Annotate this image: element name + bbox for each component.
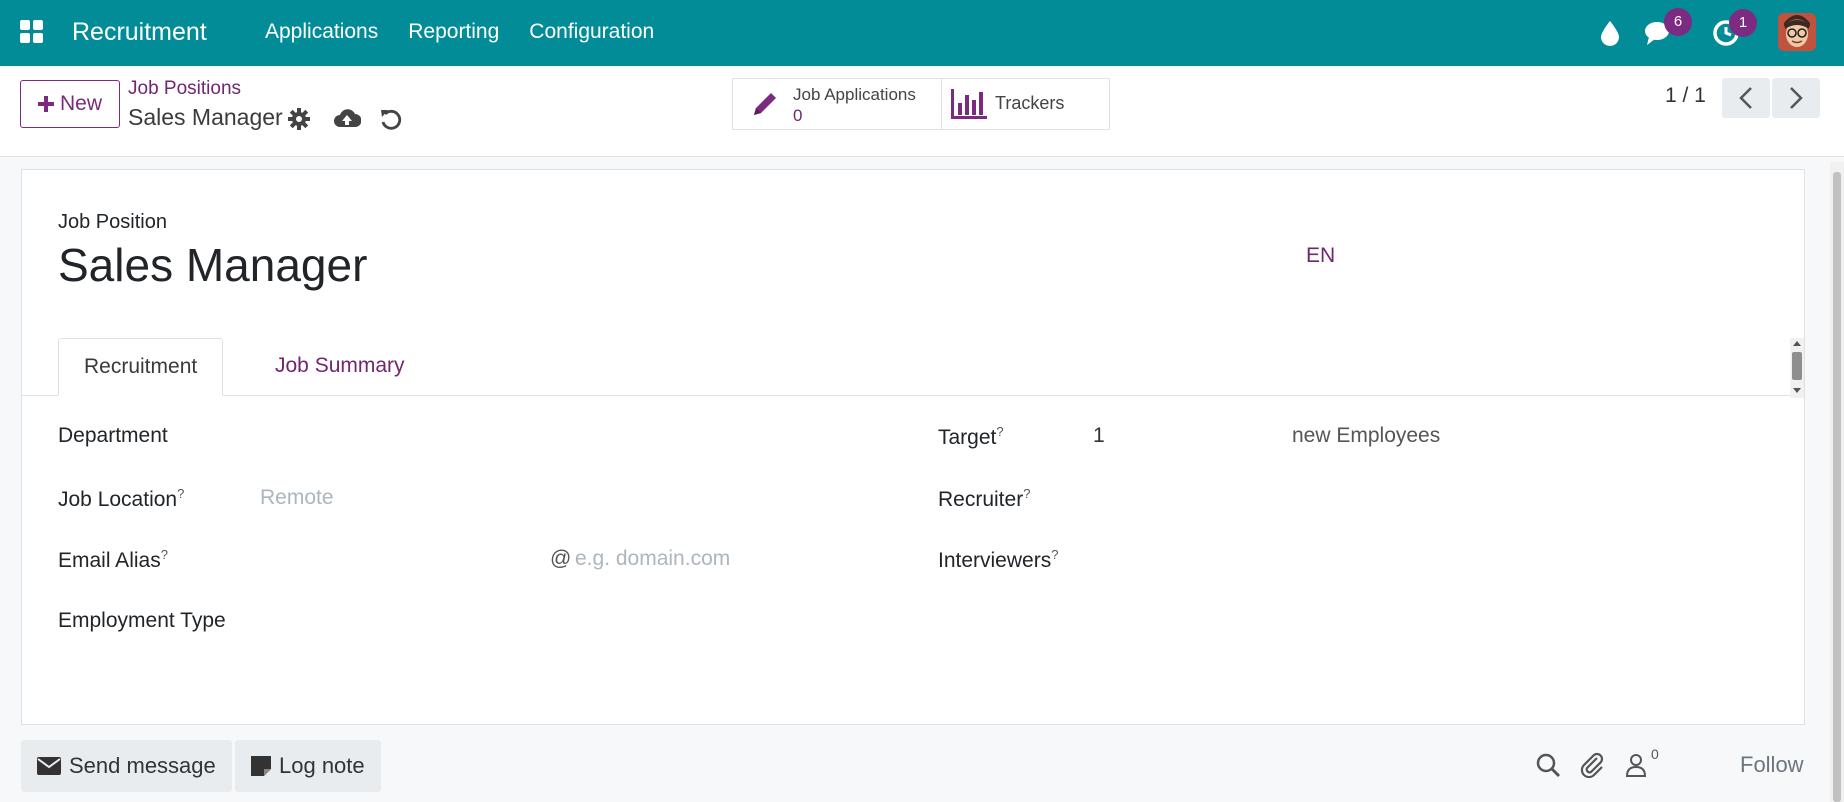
note-icon	[251, 756, 271, 776]
discard-undo-icon[interactable]	[378, 106, 404, 132]
menu-applications[interactable]: Applications	[250, 0, 393, 66]
pencil-icon	[754, 93, 776, 115]
job-position-label: Job Position	[58, 211, 167, 233]
follow-button[interactable]: Follow	[1740, 752, 1804, 778]
top-menu: Applications Reporting Configuration	[250, 0, 669, 66]
gear-icon[interactable]	[286, 106, 312, 132]
send-message-button[interactable]: Send message	[21, 740, 232, 792]
page-scrollbar-thumb[interactable]	[1833, 172, 1841, 802]
department-label: Department	[58, 424, 168, 447]
job-applications-count: 0	[793, 106, 803, 125]
menu-reporting[interactable]: Reporting	[393, 0, 514, 66]
menu-configuration[interactable]: Configuration	[514, 0, 669, 66]
recruiter-help[interactable]: ?	[1023, 486, 1030, 501]
target-input[interactable]: 1	[1093, 424, 1273, 448]
avatar-face-icon	[1778, 13, 1816, 51]
envelope-icon	[37, 757, 61, 775]
main-navbar: Recruitment Applications Reporting Confi…	[0, 0, 1844, 66]
email-alias-help[interactable]: ?	[161, 547, 168, 562]
log-note-button[interactable]: Log note	[235, 740, 381, 792]
pager-previous-button[interactable]	[1722, 78, 1770, 118]
job-applications-smart-button[interactable]: Job Applications 0	[733, 79, 942, 129]
form-sheet: Job Position Sales Manager EN Recruitmen…	[21, 169, 1805, 725]
control-panel: New Job Positions Sales Manager Job Appl…	[0, 66, 1844, 157]
email-alias-domain-input[interactable]: e.g. domain.com	[575, 547, 905, 571]
email-alias-label: Email Alias?	[58, 547, 168, 572]
followers-count: 0	[1651, 746, 1659, 762]
job-location-label: Job Location?	[58, 486, 185, 511]
scroll-arrows-icon	[1790, 338, 1804, 398]
email-alias-at-sign: @	[550, 547, 572, 570]
job-applications-label: Job Applications	[793, 85, 916, 104]
recruiter-label: Recruiter?	[938, 486, 1031, 511]
messages-badge: 6	[1664, 8, 1692, 36]
droplet-icon[interactable]	[1598, 19, 1622, 47]
chevron-right-icon	[1790, 87, 1803, 109]
interviewers-help[interactable]: ?	[1051, 547, 1058, 562]
job-location-input[interactable]: Remote	[260, 486, 860, 510]
followers-person-icon[interactable]	[1623, 752, 1649, 778]
chevron-left-icon	[1739, 87, 1752, 109]
trackers-label: Trackers	[995, 93, 1065, 113]
activities-badge: 1	[1729, 9, 1757, 37]
app-name[interactable]: Recruitment	[72, 0, 207, 66]
smart-buttons: Job Applications 0 Trackers	[732, 78, 1110, 130]
breadcrumb-parent-link[interactable]: Job Positions	[128, 78, 241, 100]
user-avatar[interactable]	[1778, 13, 1816, 51]
tab-recruitment[interactable]: Recruitment	[58, 338, 224, 396]
tab-job-summary[interactable]: Job Summary	[250, 338, 430, 396]
pager-value[interactable]: 1 / 1	[1665, 84, 1706, 108]
paperclip-icon[interactable]	[1580, 752, 1606, 778]
plus-icon	[37, 96, 54, 112]
bar-chart-icon	[951, 89, 987, 119]
target-help[interactable]: ?	[996, 424, 1003, 439]
trackers-smart-button[interactable]: Trackers	[942, 79, 1109, 129]
new-button[interactable]: New	[20, 80, 120, 128]
tabs-scrollbar[interactable]	[1790, 338, 1804, 398]
new-button-label: New	[59, 92, 102, 115]
breadcrumb-current: Sales Manager	[128, 104, 283, 130]
cloud-upload-icon[interactable]	[333, 106, 361, 132]
job-position-name-field[interactable]: Sales Manager	[58, 238, 367, 292]
send-message-label: Send message	[69, 753, 216, 778]
pager-next-button[interactable]	[1772, 78, 1820, 118]
target-label: Target?	[938, 424, 1004, 449]
page-scrollbar[interactable]	[1830, 162, 1844, 802]
employment-type-label: Employment Type	[58, 609, 226, 632]
language-button[interactable]: EN	[1306, 244, 1335, 268]
search-icon[interactable]	[1535, 752, 1561, 778]
apps-grid-icon[interactable]	[20, 20, 44, 44]
target-suffix: new Employees	[1292, 424, 1441, 447]
log-note-label: Log note	[279, 753, 365, 778]
job-location-help[interactable]: ?	[177, 486, 184, 501]
interviewers-label: Interviewers?	[938, 547, 1059, 572]
